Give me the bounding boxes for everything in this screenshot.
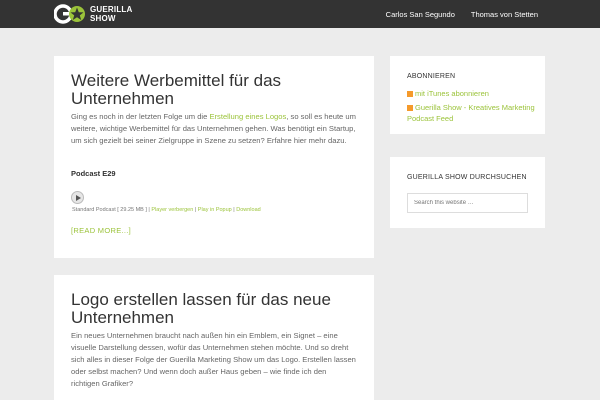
- podcast-feed-link[interactable]: Guerilla Show - Kreatives Marketing Podc…: [407, 102, 537, 124]
- post-title-link[interactable]: Logo erstellen lassen für das neue Unter…: [71, 291, 361, 327]
- subscribe-widget: Abonnieren mit iTunes abonnieren Guerill…: [390, 56, 545, 134]
- read-more-link[interactable]: [READ MORE...]: [71, 226, 131, 235]
- post-card: Logo erstellen lassen für das neue Unter…: [54, 275, 374, 400]
- rss-icon: [407, 91, 413, 98]
- play-icon[interactable]: [71, 191, 84, 204]
- logo-icon: [54, 4, 85, 24]
- itunes-subscribe-link[interactable]: mit iTunes abonnieren: [407, 88, 537, 99]
- search-input[interactable]: [407, 193, 528, 213]
- player-hide-link[interactable]: Player verbergen: [151, 207, 193, 213]
- site-logo[interactable]: Guerilla Show: [54, 3, 133, 25]
- rss-icon: [407, 105, 413, 112]
- widget-title: Abonnieren: [407, 73, 456, 80]
- nav-item-thomas[interactable]: Thomas von Stetten: [471, 10, 538, 19]
- logo-text: Guerilla Show: [90, 5, 133, 23]
- download-link[interactable]: Download: [236, 207, 260, 213]
- feed-label: Guerilla Show - Kreatives Marketing Podc…: [407, 103, 535, 123]
- post-title-link[interactable]: Weitere Werbemittel für das Unternehmen: [71, 72, 361, 108]
- podcast-size: Standard Podcast [ 29.25 MB ]: [72, 207, 147, 213]
- post-card: Weitere Werbemittel für das Unternehmen …: [54, 56, 374, 258]
- feed-label: mit iTunes abonnieren: [415, 89, 489, 98]
- header-bar: Guerilla Show Carlos San Segundo Thomas …: [0, 0, 600, 28]
- main-nav: Carlos San Segundo Thomas von Stetten: [386, 0, 600, 28]
- podcast-label: Podcast E29: [71, 169, 116, 178]
- search-widget: Guerilla Show durchsuchen: [390, 157, 545, 228]
- podcast-meta: Standard Podcast [ 29.25 MB ] | Player v…: [72, 207, 261, 213]
- post-excerpt: Ging es noch in der letzten Folge um die…: [71, 111, 356, 147]
- play-popup-link[interactable]: Play in Popup: [198, 207, 232, 213]
- logo-text-line2: Show: [90, 14, 116, 23]
- excerpt-link[interactable]: Erstellung eines Logos: [209, 112, 286, 121]
- widget-title: Guerilla Show durchsuchen: [407, 174, 527, 181]
- post-excerpt: Ein neues Unternehmen braucht nach außen…: [71, 331, 356, 388]
- logo-text-line1: Guerilla: [90, 5, 133, 14]
- excerpt-text: Ging es noch in der letzten Folge um die: [71, 112, 210, 121]
- nav-item-carlos[interactable]: Carlos San Segundo: [386, 10, 455, 19]
